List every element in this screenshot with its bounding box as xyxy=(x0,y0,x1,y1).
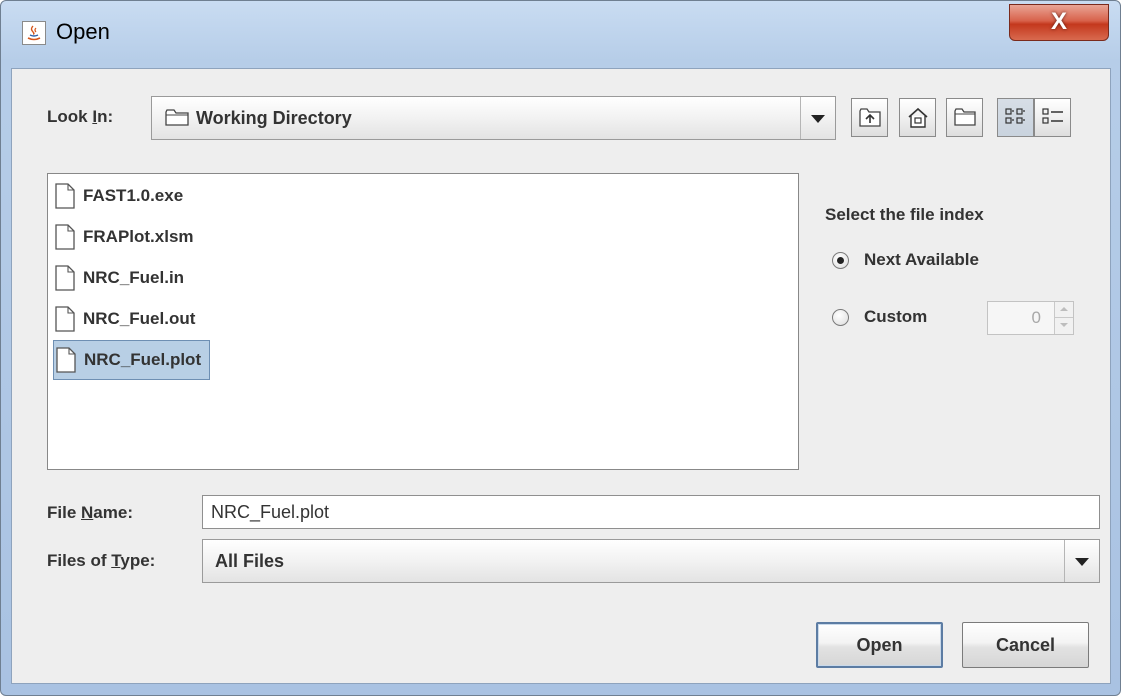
files-of-type-label-text-end: ype: xyxy=(120,551,156,570)
file-list-item[interactable]: FRAPlot.xlsm xyxy=(53,217,202,257)
close-button[interactable]: X xyxy=(1009,4,1109,41)
files-of-type-dropdown-button[interactable] xyxy=(1064,540,1099,582)
files-of-type-label-text: Files of xyxy=(47,551,112,570)
next-available-label[interactable]: Next Available xyxy=(864,250,979,270)
spinner-down-button xyxy=(1054,318,1073,334)
dialog-content: Look In: Working Directory FAST1.0.exe F… xyxy=(11,68,1111,684)
open-button[interactable]: Open xyxy=(816,622,943,668)
chevron-down-icon xyxy=(1075,558,1089,566)
file-list-item-label: NRC_Fuel.plot xyxy=(84,350,202,369)
file-name-label: File Name: xyxy=(47,503,133,523)
files-of-type-value: All Files xyxy=(215,551,285,571)
chevron-up-icon xyxy=(1060,307,1068,311)
file-name-label-mnemonic: N xyxy=(81,503,94,522)
look-in-dropdown-button[interactable] xyxy=(800,97,835,139)
close-icon: X xyxy=(1050,8,1067,35)
look-in-label-text-end: n: xyxy=(97,107,114,126)
home-button[interactable] xyxy=(899,98,936,137)
file-list-item[interactable]: NRC_Fuel.in xyxy=(53,258,192,298)
files-of-type-label: Files of Type: xyxy=(47,551,155,571)
up-folder-icon xyxy=(859,108,881,127)
new-folder-button[interactable] xyxy=(946,98,983,137)
custom-index-spinner: 0 xyxy=(987,301,1074,335)
custom-label[interactable]: Custom xyxy=(864,307,927,327)
radio-selected-dot xyxy=(837,257,844,264)
file-list-item-label: FRAPlot.xlsm xyxy=(83,227,194,246)
file-list-item[interactable]: FAST1.0.exe xyxy=(53,176,191,216)
title-bar[interactable]: Open X xyxy=(1,1,1120,59)
file-name-label-text-end: ame: xyxy=(93,503,133,522)
list-view-button[interactable] xyxy=(997,98,1034,137)
chevron-down-icon xyxy=(811,115,825,123)
look-in-label-text: Look xyxy=(47,107,93,126)
look-in-label: Look In: xyxy=(47,107,113,127)
file-list-item-label: FAST1.0.exe xyxy=(83,186,184,205)
next-available-radio[interactable] xyxy=(832,252,849,269)
window-title: Open xyxy=(56,19,110,44)
java-app-icon xyxy=(22,21,46,45)
file-icon xyxy=(55,265,75,291)
file-index-title: Select the file index xyxy=(825,205,984,224)
details-view-icon xyxy=(1042,108,1063,124)
files-of-type-combo[interactable]: All Files xyxy=(202,539,1100,583)
file-icon xyxy=(55,183,75,209)
new-folder-icon xyxy=(954,108,976,126)
file-list-item[interactable]: NRC_Fuel.out xyxy=(53,299,203,339)
open-dialog-window: Open X Look In: Working Directory FAST1.… xyxy=(0,0,1121,696)
file-name-input[interactable] xyxy=(202,495,1100,529)
details-view-button[interactable] xyxy=(1034,98,1071,137)
cancel-button[interactable]: Cancel xyxy=(962,622,1089,668)
up-one-level-button[interactable] xyxy=(851,98,888,137)
file-name-label-text: File xyxy=(47,503,82,522)
look-in-combo[interactable]: Working Directory xyxy=(151,96,836,140)
file-icon xyxy=(55,224,75,250)
custom-radio[interactable] xyxy=(832,309,849,326)
spinner-up-button xyxy=(1054,302,1073,318)
custom-index-value: 0 xyxy=(1031,308,1041,327)
folder-icon xyxy=(165,109,189,126)
file-list[interactable]: FAST1.0.exe FRAPlot.xlsm NRC_Fuel.in NRC_Fu… xyxy=(47,173,799,470)
list-view-icon xyxy=(1005,108,1025,124)
file-list-item[interactable]: NRC_Fuel.plot xyxy=(53,340,211,380)
file-list-item-label: NRC_Fuel.in xyxy=(83,268,185,287)
chevron-down-icon xyxy=(1060,323,1068,327)
files-of-type-label-mnemonic: T xyxy=(111,551,121,570)
file-list-item-label: NRC_Fuel.out xyxy=(83,309,196,328)
look-in-value: Working Directory xyxy=(196,108,352,128)
file-icon xyxy=(56,347,76,373)
home-icon xyxy=(908,107,928,128)
file-icon xyxy=(55,306,75,332)
